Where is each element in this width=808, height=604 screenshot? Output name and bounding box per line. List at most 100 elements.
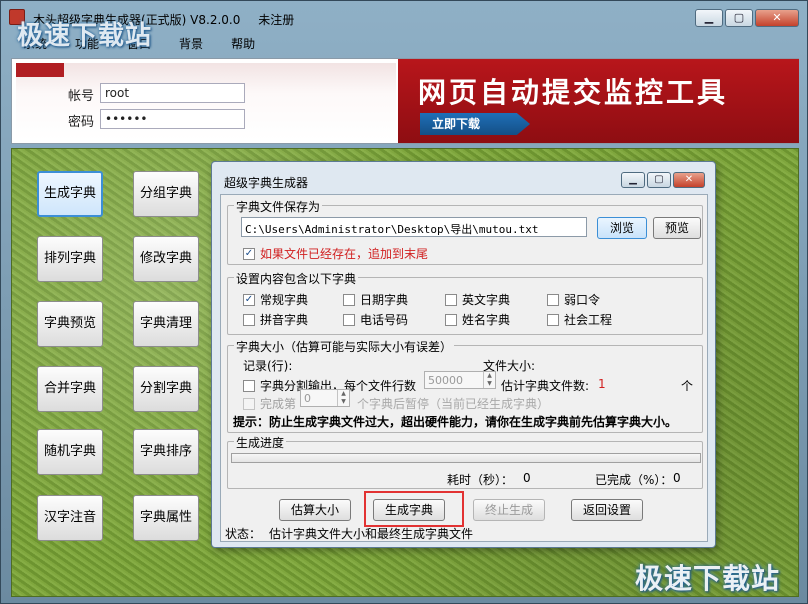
generate-button-highlight	[364, 491, 464, 527]
dialog-maximize-icon[interactable]: ▢	[647, 172, 671, 188]
checkbox-icon	[243, 397, 255, 410]
permute-dict-button[interactable]: 排列字典	[37, 236, 103, 282]
option-phone-number[interactable]: 电话号码	[343, 311, 408, 328]
checkbox-icon	[243, 379, 255, 392]
option-pinyin-dict[interactable]: 拼音字典	[243, 311, 308, 328]
split-lines-value: 50000	[428, 374, 463, 387]
stepper-arrows-icon[interactable]: ▲ ▼	[337, 390, 349, 406]
minimize-icon[interactable]: ▁	[695, 9, 723, 27]
estimate-files-value: 1	[598, 377, 606, 391]
checkbox-checked-icon: ✓	[243, 293, 255, 306]
checkbox-icon	[445, 293, 457, 306]
append-checkbox-mark: ✓	[243, 247, 255, 260]
ad-download-button[interactable]: 立即下载	[420, 113, 530, 135]
pinyin-dict-button[interactable]: 汉字注音	[37, 495, 103, 541]
elapsed-label: 耗时（秒）：	[447, 473, 514, 487]
menu-help[interactable]: 帮助	[217, 33, 269, 53]
option-label: 社会工程	[564, 313, 613, 327]
split-lines-stepper[interactable]: 50000 ▲ ▼	[424, 371, 496, 389]
dialog-minimize-icon[interactable]: ▁	[621, 172, 645, 188]
done-percent-label: 已完成（%）：	[595, 473, 673, 487]
dictionary-generator-dialog: 超级字典生成器 ▁ ▢ ✕ 字典文件保存为 C:\Users\Administr…	[211, 161, 716, 548]
option-label: 姓名字典	[462, 313, 511, 327]
option-regular-dict[interactable]: ✓ 常规字典	[243, 291, 308, 308]
checkbox-icon	[547, 293, 559, 306]
random-dict-button[interactable]: 随机字典	[37, 429, 103, 475]
pause-after-suffix: 个字典后暂停（当前已经生成字典）	[357, 397, 550, 411]
save-path-legend: 字典文件保存为	[234, 198, 323, 215]
group-dict-button[interactable]: 分组字典	[133, 171, 199, 217]
sort-dict-button[interactable]: 字典排序	[133, 429, 199, 475]
progress-legend: 生成进度	[234, 434, 287, 451]
checkbox-icon	[445, 313, 457, 326]
save-path-input[interactable]: C:\Users\Administrator\Desktop\导出\mutou.…	[241, 217, 587, 237]
pause-after-checkbox[interactable]: 完成第	[243, 395, 296, 412]
modify-dict-button[interactable]: 修改字典	[133, 236, 199, 282]
option-label: 弱口令	[564, 293, 601, 307]
records-label: 记录(行):	[243, 359, 293, 373]
window-controls: ▁ ▢ ✕	[695, 9, 799, 27]
option-label: 常规字典	[260, 293, 309, 307]
login-logo	[16, 63, 64, 77]
maximize-icon[interactable]: ▢	[725, 9, 753, 27]
watermark-top: 极速下载站	[17, 21, 153, 51]
dialog-window-controls: ▁ ▢ ✕	[621, 172, 705, 188]
size-legend: 字典大小（估算可能与实际大小有误差）	[234, 338, 455, 355]
elapsed-value: 0	[523, 471, 531, 485]
close-icon[interactable]: ✕	[755, 9, 799, 27]
header-area: 帐号 密码 网页自动提交监控工具 立即下载	[11, 58, 799, 144]
dialog-close-icon[interactable]: ✕	[673, 172, 705, 188]
registration-status: 未注册	[258, 13, 295, 27]
checkbox-icon	[547, 313, 559, 326]
status-text: 估计字典文件大小和最终生成字典文件	[269, 527, 474, 541]
ad-headline: 网页自动提交监控工具	[418, 76, 729, 109]
stepper-arrows-icon[interactable]: ▲ ▼	[483, 372, 495, 388]
generate-dict-button[interactable]: 生成字典	[37, 171, 103, 217]
dialog-title: 超级字典生成器	[224, 176, 309, 190]
append-checkbox-label: 如果文件已经存在，追加到末尾	[260, 247, 429, 261]
dialog-body: 字典文件保存为 C:\Users\Administrator\Desktop\导…	[220, 194, 708, 542]
option-label: 拼音字典	[260, 313, 309, 327]
size-tip: 提示：防止生成字典文件过大，超出硬件能力，请你在生成字典前先估算字典大小。	[233, 415, 678, 429]
preview-dict-button[interactable]: 字典预览	[37, 301, 103, 347]
estimate-files-label: 估计字典文件数:	[501, 379, 590, 393]
option-label: 英文字典	[462, 293, 511, 307]
account-input[interactable]	[100, 83, 245, 103]
back-to-settings-button[interactable]: 返回设置	[571, 499, 643, 521]
stop-generate-button[interactable]: 终止生成	[473, 499, 545, 521]
ad-banner[interactable]: 网页自动提交监控工具 立即下载	[398, 59, 799, 143]
option-date-dict[interactable]: 日期字典	[343, 291, 408, 308]
done-percent-value: 0	[673, 471, 681, 485]
option-english-dict[interactable]: 英文字典	[445, 291, 510, 308]
checkbox-icon	[343, 293, 355, 306]
dict-properties-button[interactable]: 字典属性	[133, 495, 199, 541]
option-name-dict[interactable]: 姓名字典	[445, 311, 510, 328]
pause-count-value: 0	[304, 392, 311, 405]
clean-dict-button[interactable]: 字典清理	[133, 301, 199, 347]
pause-count-stepper[interactable]: 0 ▲ ▼	[300, 389, 350, 407]
estimate-files-unit: 个	[681, 379, 694, 393]
option-label: 电话号码	[360, 313, 409, 327]
password-input[interactable]	[100, 109, 245, 129]
merge-dict-button[interactable]: 合并字典	[37, 366, 103, 412]
account-label: 帐号	[68, 89, 95, 104]
browse-button[interactable]: 浏览	[597, 217, 647, 239]
checkbox-icon	[243, 313, 255, 326]
content-legend: 设置内容包含以下字典	[234, 270, 359, 287]
preview-button[interactable]: 预览	[653, 217, 701, 239]
progress-bar	[231, 453, 701, 463]
estimate-size-button[interactable]: 估算大小	[279, 499, 351, 521]
option-weak-password[interactable]: 弱口令	[547, 291, 600, 308]
option-label: 日期字典	[360, 293, 409, 307]
main-window: 木头超级字典生成器(正式版) V8.2.0.0 未注册 ▁ ▢ ✕ 系统 功能 …	[0, 0, 808, 604]
watermark-bottom: 极速下载站	[635, 562, 781, 595]
login-panel: 帐号 密码	[16, 63, 396, 140]
append-checkbox[interactable]: ✓ 如果文件已经存在，追加到末尾	[243, 245, 428, 262]
split-dict-button[interactable]: 分割字典	[133, 366, 199, 412]
menu-background[interactable]: 背景	[165, 33, 217, 53]
pause-after-label: 完成第	[260, 397, 297, 411]
status-label: 状态：	[225, 527, 262, 541]
option-social-engineering[interactable]: 社会工程	[547, 311, 612, 328]
checkbox-icon	[343, 313, 355, 326]
password-label: 密码	[68, 115, 95, 130]
